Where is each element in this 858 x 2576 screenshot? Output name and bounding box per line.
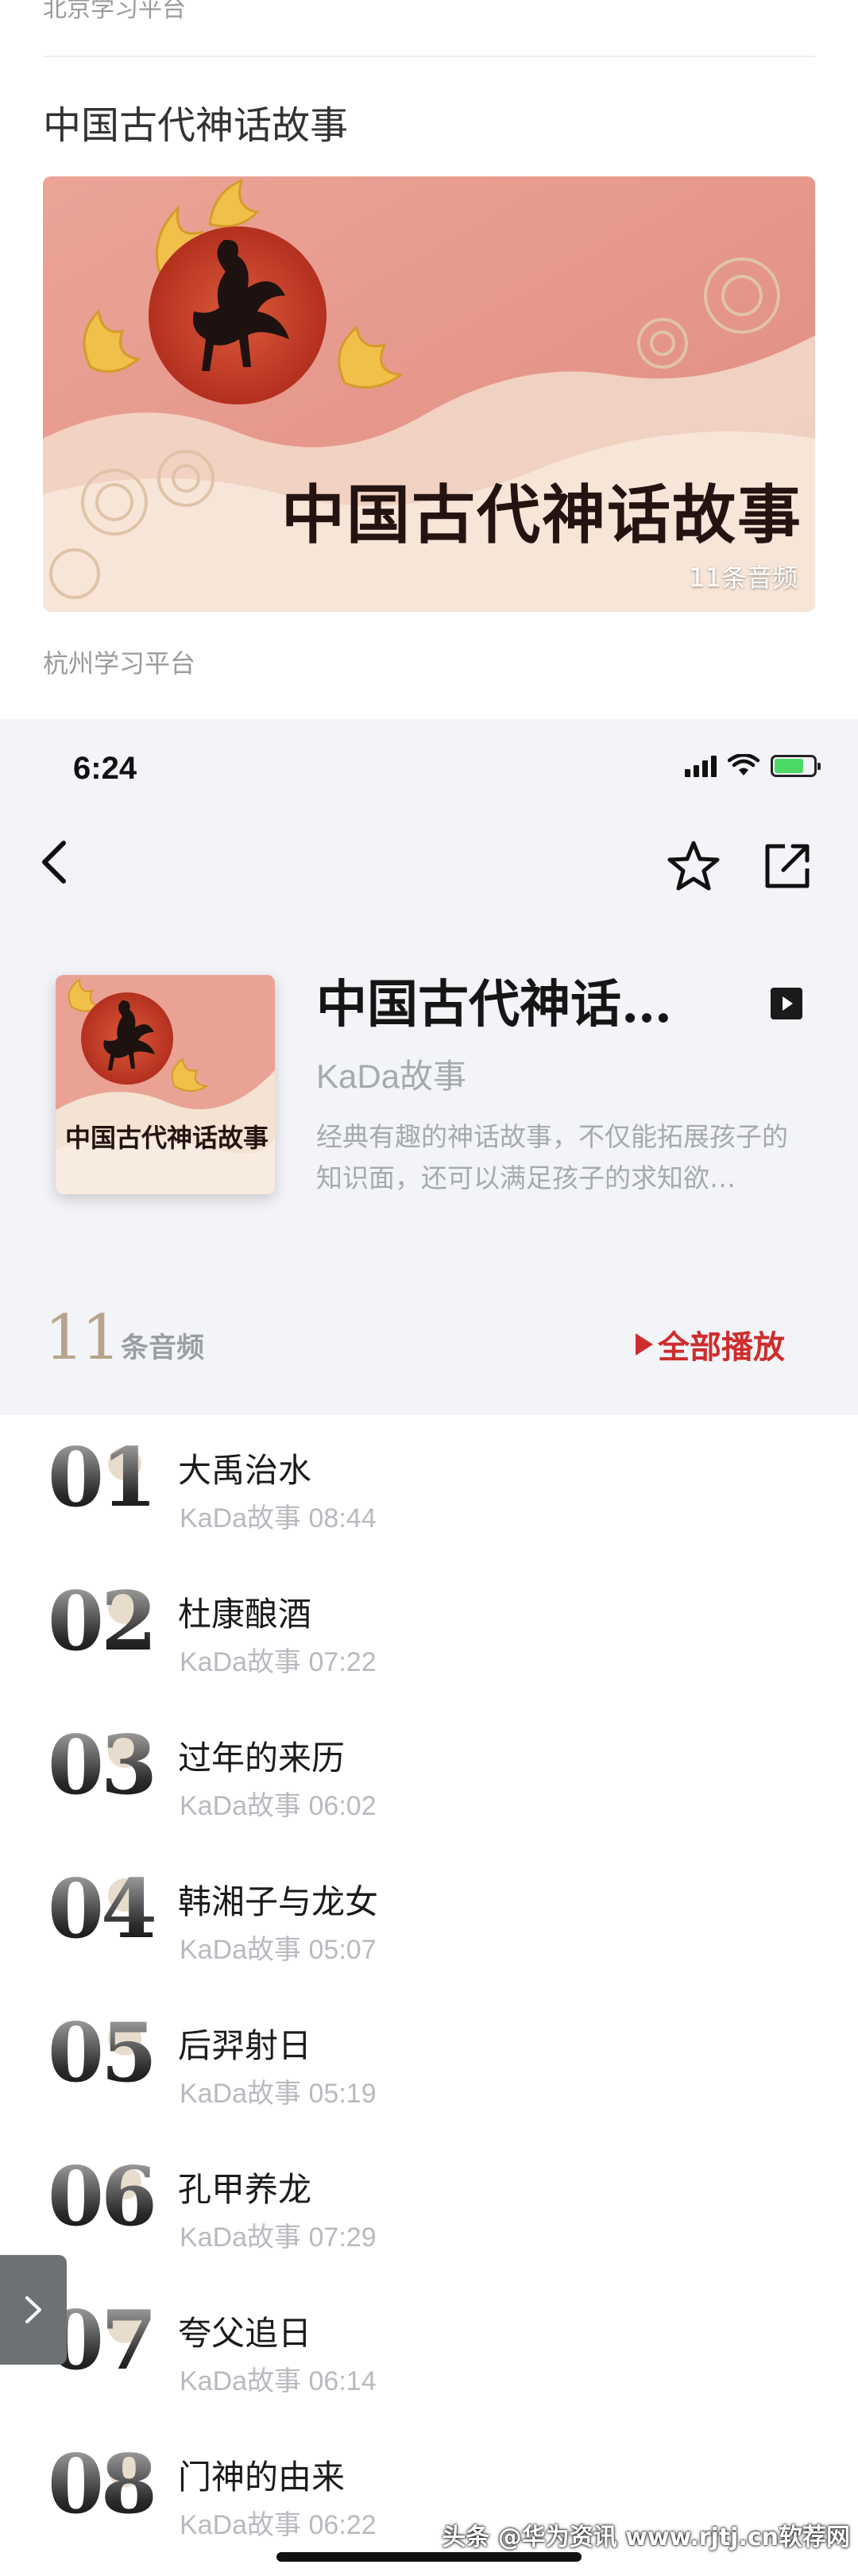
- track-title: 大禹治水: [178, 1451, 312, 1490]
- track-author: KaDa故事: [180, 2222, 302, 2253]
- track-title: 后羿射日: [178, 2026, 312, 2065]
- album-description[interactable]: 经典有趣的神话故事，不仅能拓展孩子的知识面，还可以满足孩子的求知欲…: [316, 1116, 793, 1199]
- track-duration: 06:22: [308, 2510, 377, 2540]
- track-meta: KaDa故事 08:44: [180, 1496, 377, 1535]
- album-author[interactable]: KaDa故事: [316, 1050, 466, 1098]
- chevron-right-icon: [25, 2296, 41, 2323]
- track-meta: KaDa故事 06:02: [180, 1784, 377, 1823]
- track-author: KaDa故事: [180, 1503, 302, 1534]
- track-row[interactable]: 05 后羿射日 KaDa故事 05:19: [0, 1990, 858, 2134]
- feed-card[interactable]: 北京学习平台 中国古代神话故事 中国古代神话故事 11条音频 杭州学习平台: [0, 0, 858, 719]
- play-all-button[interactable]: 全部播放: [636, 1321, 785, 1367]
- track-row[interactable]: 01 大禹治水 KaDa故事 08:44: [0, 1415, 858, 1559]
- track-author: KaDa故事: [180, 2079, 302, 2109]
- album-screen: 6:24 中国古代神话故事 中国古代神话故事 KaDa故事 经典有趣的神话故事，…: [0, 719, 858, 2576]
- track-number: 03: [48, 1718, 157, 1813]
- track-meta: KaDa故事 06:22: [180, 2503, 377, 2542]
- track-title: 过年的来历: [178, 1739, 346, 1777]
- track-author: KaDa故事: [180, 1935, 302, 1965]
- album-cover[interactable]: 中国古代神话故事: [56, 975, 275, 1194]
- track-row[interactable]: 07 夸父追日 KaDa故事 06:14: [0, 2278, 858, 2422]
- banner-title-text: 中国古代神话故事: [281, 478, 802, 552]
- album-detail-arrow-icon[interactable]: [771, 988, 802, 1019]
- track-duration: 05:07: [308, 1935, 377, 1965]
- track-author: KaDa故事: [180, 1647, 302, 1677]
- battery-icon: [771, 755, 821, 777]
- back-arrow-icon[interactable]: [35, 837, 73, 888]
- track-number: 01: [48, 1430, 157, 1526]
- track-author: KaDa故事: [180, 1791, 302, 1821]
- track-title: 韩湘子与龙女: [178, 1882, 379, 1921]
- audio-count-badge: 11条音频: [689, 563, 798, 593]
- track-duration: 06:02: [308, 1791, 377, 1821]
- album-header: 6:24 中国古代神话故事 中国古代神话故事 KaDa故事 经典有趣的神话故事，…: [0, 719, 858, 1415]
- play-all-label: 全部播放: [658, 1329, 785, 1366]
- track-meta: KaDa故事 06:14: [180, 2359, 377, 2398]
- track-row[interactable]: 02 杜康酿酒 KaDa故事 07:22: [0, 1559, 858, 1703]
- status-icons: [685, 754, 821, 778]
- track-duration: 07:29: [308, 2222, 377, 2253]
- watermark: 头条 @华为资讯 www.rjtj.cn软荐网: [442, 2524, 850, 2551]
- cellular-signal-icon: [685, 755, 717, 777]
- track-meta: KaDa故事 07:29: [180, 2215, 377, 2254]
- track-duration: 05:19: [308, 2079, 377, 2109]
- feed-card-title[interactable]: 中国古代神话故事: [43, 94, 348, 149]
- track-count-number: 11: [44, 1302, 121, 1374]
- track-title: 杜康酿酒: [178, 1595, 312, 1634]
- wifi-icon: [728, 754, 759, 776]
- status-time: 6:24: [73, 751, 137, 786]
- track-row[interactable]: 04 韩湘子与龙女 KaDa故事 05:07: [0, 1847, 858, 1990]
- track-author: KaDa故事: [180, 2366, 302, 2396]
- star-favorite-icon[interactable]: [666, 838, 721, 894]
- feed-banner-image[interactable]: 中国古代神话故事 11条音频: [43, 176, 815, 612]
- track-duration: 08:44: [308, 1503, 377, 1534]
- track-row[interactable]: 06 孔甲养龙 KaDa故事 07:29: [0, 2134, 858, 2278]
- home-indicator[interactable]: [276, 2552, 582, 2562]
- track-number: 08: [48, 2437, 157, 2532]
- feed-card-source: 杭州学习平台: [43, 648, 196, 679]
- album-title: 中国古代神话故事: [316, 975, 713, 1035]
- track-meta: KaDa故事 07:22: [180, 1640, 377, 1679]
- track-number: 06: [48, 2149, 157, 2245]
- track-duration: 06:14: [308, 2366, 377, 2396]
- play-icon: [636, 1333, 653, 1356]
- track-title: 孔甲养龙: [178, 2170, 312, 2209]
- track-title: 夸父追日: [178, 2314, 312, 2353]
- track-number: 02: [48, 1574, 157, 1669]
- track-number: 04: [48, 1862, 157, 1957]
- divider: [43, 56, 815, 57]
- track-meta: KaDa故事 05:19: [180, 2071, 377, 2110]
- previous-card-source: 北京学习平台: [43, 0, 186, 23]
- album-cover-illustration: [56, 975, 275, 1194]
- track-duration: 07:22: [308, 1647, 377, 1677]
- share-icon[interactable]: [761, 840, 814, 892]
- track-meta: KaDa故事 05:07: [180, 1928, 377, 1967]
- track-number: 05: [48, 2005, 157, 2101]
- track-count-label: 条音频: [121, 1332, 205, 1364]
- track-row[interactable]: 03 过年的来历 KaDa故事 06:02: [0, 1703, 858, 1847]
- track-title: 门神的由来: [178, 2458, 346, 2497]
- track-author: KaDa故事: [180, 2510, 302, 2540]
- side-drawer-tab[interactable]: [0, 2255, 67, 2365]
- album-cover-title: 中国古代神话故事: [65, 1123, 269, 1153]
